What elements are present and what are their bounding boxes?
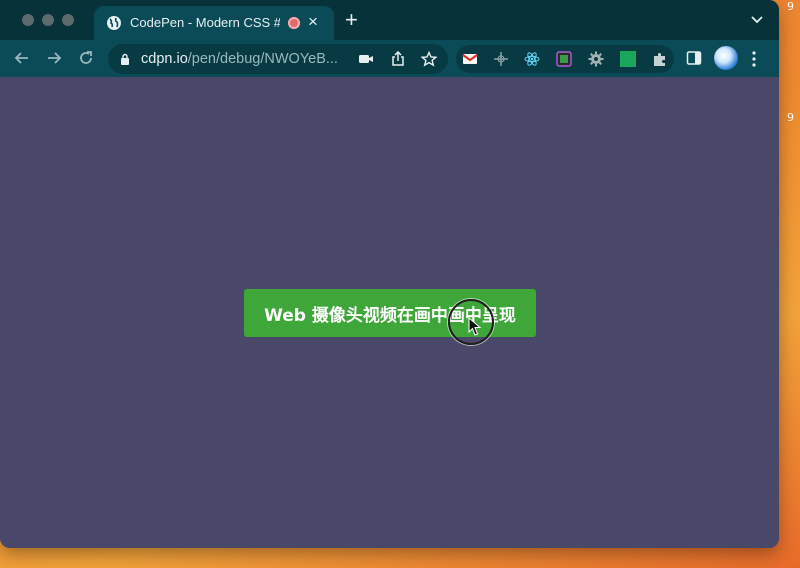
close-window-button[interactable]	[22, 14, 34, 26]
desktop-clipped-text: 9	[787, 111, 794, 124]
page-content: Web 摄像头视频在画中画中呈现	[0, 77, 779, 548]
side-panel-icon[interactable]	[686, 50, 702, 66]
chevron-down-icon[interactable]	[750, 14, 764, 24]
gmail-icon[interactable]	[462, 51, 478, 67]
url-path: /pen/debug/NWOYeB...	[187, 51, 338, 67]
recording-icon	[288, 17, 300, 29]
gear-icon[interactable]	[588, 51, 604, 67]
zoom-window-button[interactable]	[62, 14, 74, 26]
star-icon[interactable]	[421, 51, 437, 67]
picture-in-picture-button[interactable]: Web 摄像头视频在画中画中呈现	[244, 289, 536, 337]
forward-arrow-icon[interactable]	[45, 49, 63, 67]
minimize-window-button[interactable]	[42, 14, 54, 26]
extensions-group	[456, 45, 674, 73]
back-arrow-icon[interactable]	[13, 49, 31, 67]
url-host: cdpn.io	[141, 51, 188, 67]
address-bar[interactable]: cdpn.io/pen/debug/NWOYeB...	[108, 44, 448, 74]
video-camera-icon[interactable]	[358, 51, 374, 67]
devtools-icon[interactable]	[556, 51, 572, 67]
desktop-clipped-text: 9	[787, 0, 794, 13]
puzzle-icon[interactable]	[652, 51, 668, 67]
lock-icon[interactable]	[120, 53, 130, 65]
url-text[interactable]: cdpn.io/pen/debug/NWOYeB...	[141, 51, 357, 67]
tab-title: CodePen - Modern CSS #1	[130, 15, 280, 30]
tab-strip: CodePen - Modern CSS #1 × +	[0, 0, 779, 40]
reload-icon[interactable]	[77, 49, 95, 67]
active-tab[interactable]: CodePen - Modern CSS #1 ×	[94, 6, 334, 40]
profile-avatar[interactable]	[714, 46, 738, 70]
globe-icon	[107, 16, 121, 30]
kebab-menu-icon[interactable]	[752, 51, 756, 67]
browser-toolbar: cdpn.io/pen/debug/NWOYeB...	[0, 40, 779, 77]
green-square-icon[interactable]	[620, 51, 636, 67]
share-icon[interactable]	[390, 51, 406, 67]
browser-window: CodePen - Modern CSS #1 × + cdpn.io/pen/…	[0, 0, 779, 548]
new-tab-button[interactable]: +	[345, 8, 358, 32]
react-icon[interactable]	[524, 51, 540, 67]
crosshair-icon[interactable]	[493, 51, 509, 67]
tab-close-button[interactable]: ×	[308, 12, 318, 32]
